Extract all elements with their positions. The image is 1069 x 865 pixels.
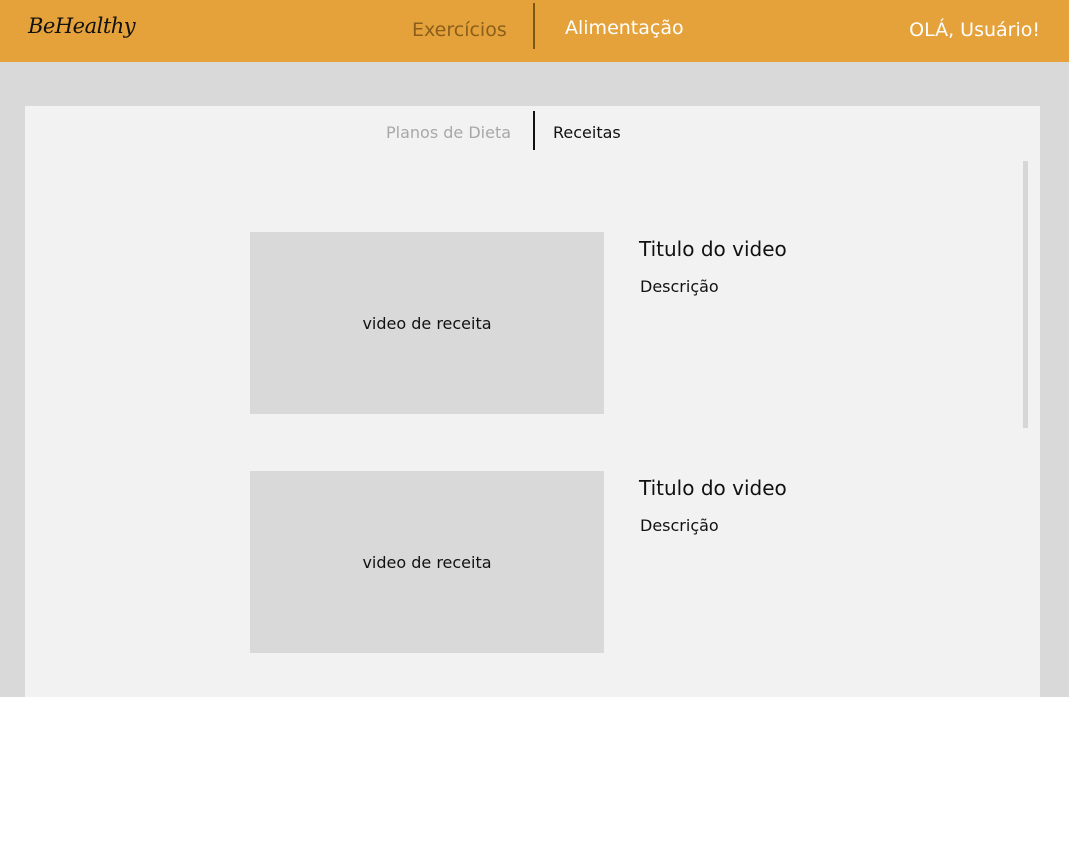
video-thumbnail[interactable]: video de receita — [250, 471, 604, 653]
nav-divider — [533, 3, 535, 49]
user-greeting[interactable]: OLÁ, Usuário! — [909, 19, 1040, 41]
video-placeholder-label: video de receita — [362, 552, 492, 572]
recipe-video-item: video de receita Titulo do video Descriç… — [250, 471, 1010, 653]
video-title[interactable]: Titulo do video — [639, 476, 787, 500]
video-thumbnail[interactable]: video de receita — [250, 232, 604, 414]
app-logo[interactable]: BeHealthy — [28, 14, 136, 38]
content-panel: Planos de Dieta Receitas video de receit… — [25, 106, 1040, 697]
nav-link-exercicios[interactable]: Exercícios — [412, 19, 507, 41]
recipe-video-item: video de receita Titulo do video Descriç… — [250, 232, 1010, 414]
nav-link-alimentacao[interactable]: Alimentação — [565, 17, 684, 39]
subtab-divider — [533, 111, 535, 150]
video-description: Descrição — [640, 277, 719, 296]
video-title[interactable]: Titulo do video — [639, 237, 787, 261]
video-description: Descrição — [640, 516, 719, 535]
scrollbar[interactable] — [1023, 161, 1028, 428]
tab-planos-de-dieta[interactable]: Planos de Dieta — [386, 123, 511, 142]
video-placeholder-label: video de receita — [362, 313, 492, 333]
tab-receitas[interactable]: Receitas — [553, 123, 621, 142]
top-navbar: BeHealthy Exercícios Alimentação OLÁ, Us… — [0, 0, 1069, 62]
